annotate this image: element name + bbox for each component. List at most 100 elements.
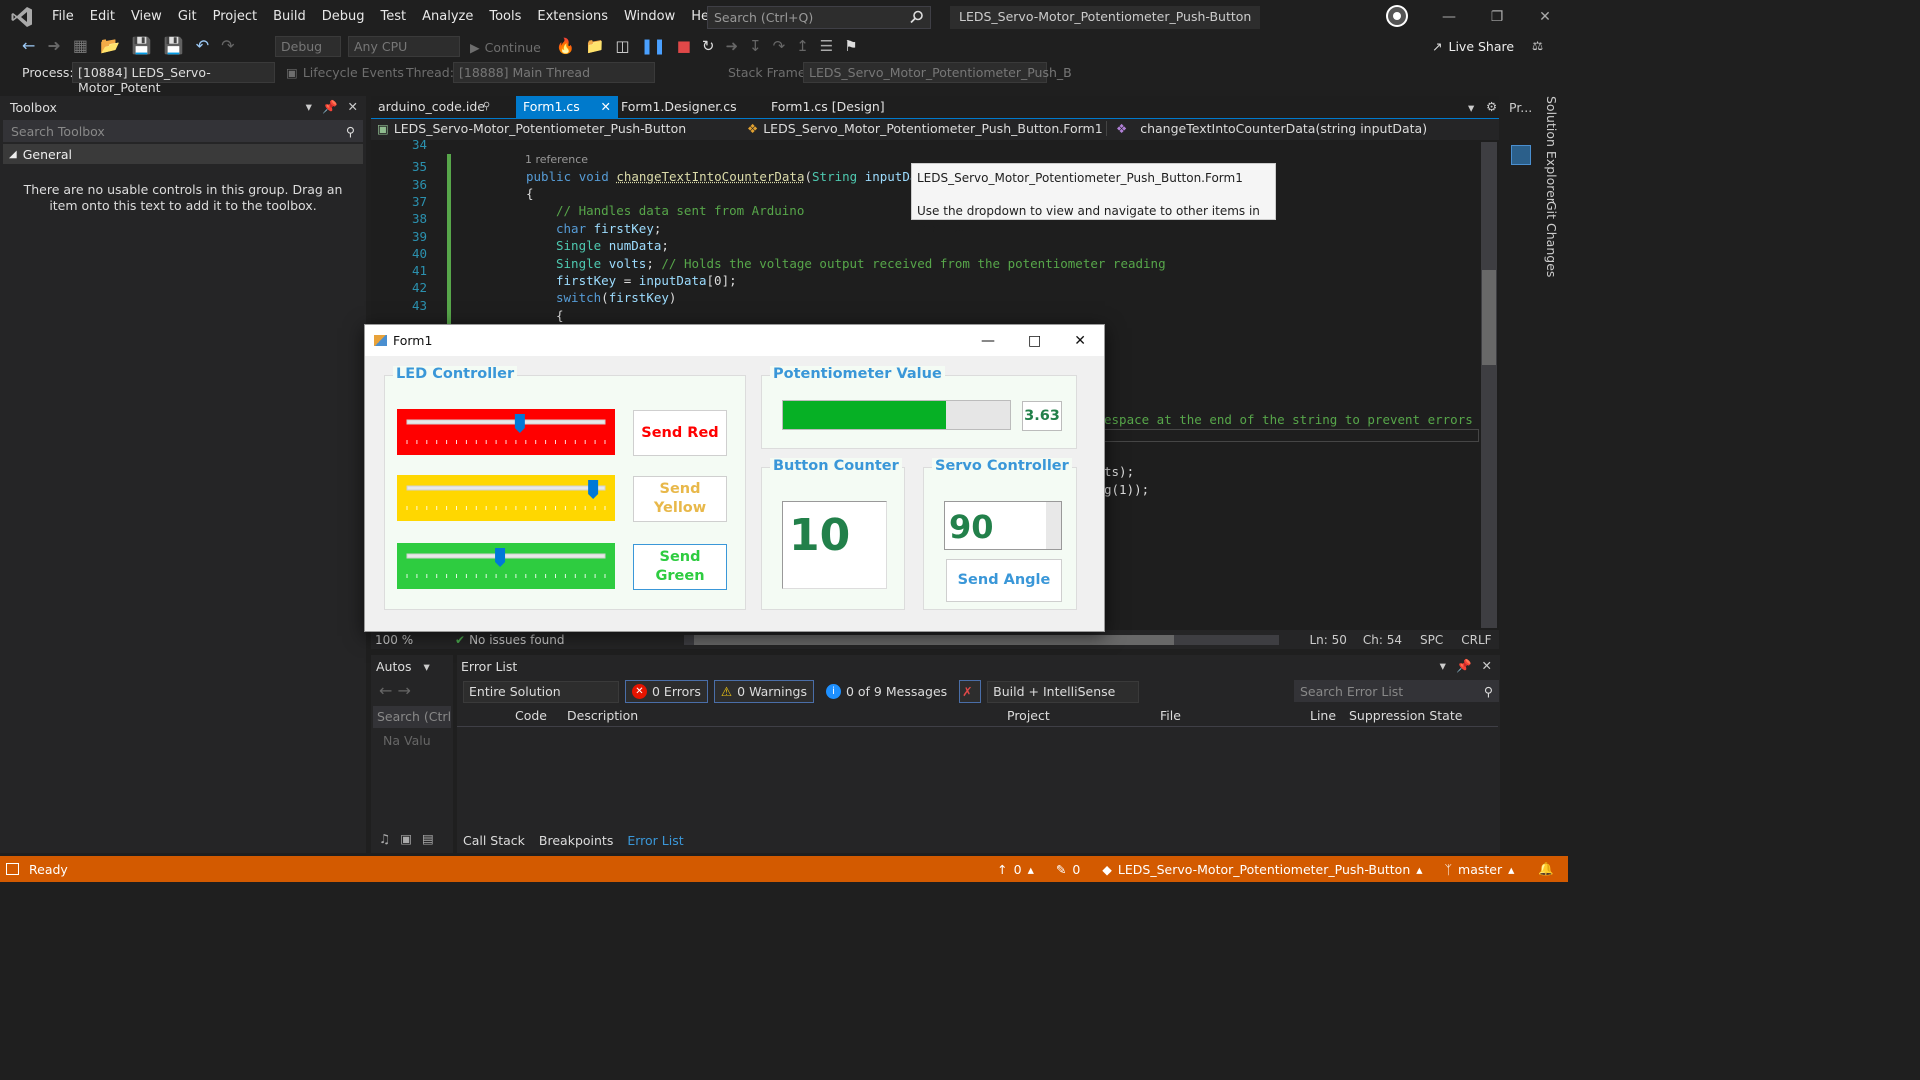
pending-changes[interactable]: ✎ 0 <box>1056 862 1080 877</box>
clear-filter-icon[interactable]: ✗ <box>959 680 982 703</box>
show-next-statement-icon[interactable]: ➜ <box>725 37 738 55</box>
hot-reload-icon[interactable]: 🔥 <box>556 37 575 55</box>
messages-filter[interactable]: i 0 of 9 Messages <box>820 684 953 699</box>
toolbox-group-general[interactable]: ◢ General <box>3 144 363 164</box>
close-pane-icon[interactable]: ✕ <box>1482 658 1492 674</box>
tab-error-list[interactable]: Error List <box>627 833 683 848</box>
lifecycle-events-dropdown[interactable]: ▣ Lifecycle Events <box>286 65 404 80</box>
scope-dropdown[interactable]: Entire Solution <box>463 680 619 703</box>
form-close-button[interactable]: ✕ <box>1074 333 1086 349</box>
account-avatar[interactable] <box>1386 5 1408 27</box>
close-button[interactable]: ✕ <box>1522 0 1568 33</box>
line-ending[interactable]: CRLF <box>1461 633 1491 647</box>
member-nav-dropdown[interactable]: ❖ changeTextIntoCounterData(string inputD… <box>1116 121 1486 136</box>
red-slider[interactable] <box>397 409 615 455</box>
unpushed-commits[interactable]: ↑ 0 ▴ <box>997 862 1034 877</box>
pin-icon[interactable]: ⚲ <box>483 101 490 112</box>
open-folder-icon[interactable]: 📂 <box>100 36 120 55</box>
platform-dropdown[interactable]: Any CPU <box>348 36 460 57</box>
window-position-icon[interactable]: ▾ <box>1440 658 1446 674</box>
menu-tools[interactable]: Tools <box>481 9 529 24</box>
autos-search[interactable]: Search (Ctrl <box>373 706 451 728</box>
send-red-button[interactable]: Send Red <box>633 410 727 456</box>
warnings-filter[interactable]: ⚠ 0 Warnings <box>713 680 814 703</box>
menu-window[interactable]: Window <box>616 9 683 24</box>
process-dropdown[interactable]: [10884] LEDS_Servo-Motor_Potent <box>72 62 275 95</box>
horizontal-scrollbar[interactable] <box>684 634 1280 645</box>
undo-icon[interactable]: ↶ <box>196 36 209 55</box>
branch-selector[interactable]: ᛉ master ▴ <box>1445 862 1515 877</box>
pin-icon[interactable]: 📌 <box>1456 658 1472 674</box>
column-suppression-state[interactable]: Suppression State <box>1349 708 1462 723</box>
menu-edit[interactable]: Edit <box>82 9 123 24</box>
pin-icon[interactable]: 📌 <box>322 99 338 115</box>
menu-analyze[interactable]: Analyze <box>414 9 481 24</box>
stop-icon[interactable]: ■ <box>677 37 691 55</box>
column-description[interactable]: Description <box>567 708 638 723</box>
repository-selector[interactable]: ◆ LEDS_Servo-Motor_Potentiometer_Push-But… <box>1102 862 1422 877</box>
class-nav-dropdown[interactable]: ❖ LEDS_Servo_Motor_Potentiometer_Push_But… <box>747 121 1107 136</box>
notifications-icon[interactable]: 🔔 <box>1538 861 1554 877</box>
close-tab-icon[interactable]: ✕ <box>601 99 611 115</box>
live-share-button[interactable]: ↗ Live Share <box>1432 39 1514 54</box>
restart-icon[interactable]: ↻ <box>702 37 715 55</box>
search-box[interactable]: Search (Ctrl+Q) <box>707 6 931 29</box>
form-maximize-button[interactable]: □ <box>1028 333 1041 349</box>
menu-extensions[interactable]: Extensions <box>529 9 616 24</box>
tab-form1-design[interactable]: Form1.cs [Design] <box>764 96 892 118</box>
browse-icon[interactable]: 📁 <box>586 37 605 55</box>
column-number[interactable]: Ch: 54 <box>1363 633 1402 647</box>
properties-tab[interactable]: Pr... <box>1505 96 1535 118</box>
tab-form1-cs[interactable]: Form1.cs ✕ <box>516 96 618 118</box>
yellow-slider[interactable] <box>397 475 615 521</box>
stack-frame-dropdown[interactable]: LEDS_Servo_Motor_Potentiometer_Push_B <box>803 62 1072 83</box>
git-changes-tab[interactable]: Git Changes <box>1544 201 1559 277</box>
menu-git[interactable]: Git <box>170 9 205 24</box>
step-out-icon[interactable]: ↥ <box>796 37 809 55</box>
restore-button[interactable]: ❐ <box>1474 0 1520 33</box>
vertical-scrollbar[interactable] <box>1481 142 1497 628</box>
zoom-level[interactable]: 100 % <box>375 633 435 647</box>
watch-icon[interactable]: ▣ <box>400 831 412 846</box>
column-file[interactable]: File <box>1160 708 1181 723</box>
step-into-icon[interactable]: ↧ <box>749 37 762 55</box>
pause-icon[interactable]: ❚❚ <box>641 37 666 55</box>
window-position-icon[interactable]: ▾ <box>306 99 312 115</box>
send-yellow-button[interactable]: Send Yellow <box>633 476 727 522</box>
settings-icon[interactable]: ⚙ <box>1486 99 1497 114</box>
tab-form1-designer[interactable]: Form1.Designer.cs <box>614 96 744 118</box>
menu-test[interactable]: Test <box>373 9 415 24</box>
bookmark-icon[interactable]: ⚑ <box>844 37 857 55</box>
locals-icon[interactable]: ♫ <box>379 831 390 846</box>
save-all-icon[interactable]: 💾 <box>164 36 184 55</box>
visual-studio-logo-icon[interactable] <box>11 6 33 28</box>
issues-indicator[interactable]: ✔ No issues found <box>455 633 564 647</box>
column-line[interactable]: Line <box>1310 708 1336 723</box>
toolbox-search[interactable]: Search Toolbox ⚲ <box>3 120 363 142</box>
tab-arduino-code[interactable]: arduino_code.ide <box>371 96 492 118</box>
menu-file[interactable]: File <box>44 9 82 24</box>
browser-icon[interactable]: ◫ <box>615 37 629 55</box>
send-angle-button[interactable]: Send Angle <box>946 559 1062 602</box>
tab-overflow-icon[interactable]: ▾ <box>1468 100 1474 115</box>
autos-nav-arrows[interactable]: ← → <box>371 677 453 704</box>
error-list-search[interactable]: Search Error List ⚲ <box>1294 680 1499 702</box>
thread-dropdown[interactable]: [18888] Main Thread <box>453 62 655 83</box>
debug-window-icons[interactable]: ♫ ▣ ▤ <box>379 831 434 846</box>
codelens-reference[interactable]: 1 reference <box>525 153 588 166</box>
feedback-icon[interactable]: ⚖ <box>1532 38 1543 53</box>
new-project-icon[interactable]: ▦ <box>73 36 88 55</box>
immediate-icon[interactable]: ▤ <box>422 831 434 846</box>
minimize-button[interactable]: — <box>1426 0 1472 33</box>
form-minimize-button[interactable]: — <box>981 333 995 349</box>
line-number[interactable]: Ln: 50 <box>1309 633 1346 647</box>
solution-explorer-tab[interactable]: Solution Explorer <box>1544 96 1559 203</box>
pin-icon[interactable]: ▾ <box>424 659 430 674</box>
build-source-dropdown[interactable]: Build + IntelliSense <box>987 680 1140 703</box>
continue-button[interactable]: ▶ Continue <box>470 40 541 55</box>
back-arrow-icon[interactable]: ← <box>22 36 35 55</box>
send-green-button[interactable]: Send Green <box>633 544 727 590</box>
step-over-icon[interactable]: ↷ <box>773 37 786 55</box>
property-pages-icon[interactable] <box>1511 145 1531 165</box>
column-code[interactable]: Code <box>515 708 547 723</box>
